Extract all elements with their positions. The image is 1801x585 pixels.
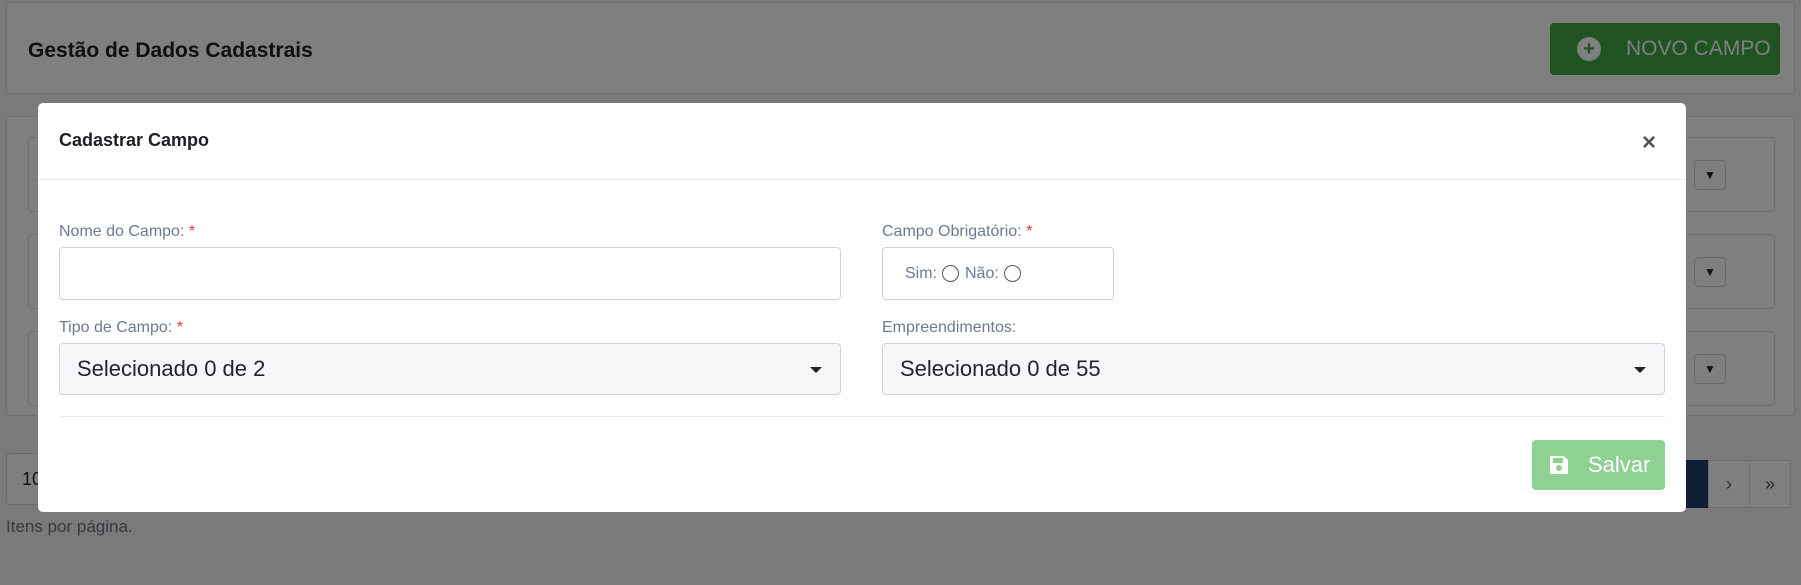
projects-select-value: Selecionado 0 de 55 [900, 356, 1101, 381]
caret-down-icon [810, 367, 822, 373]
field-type-select-value: Selecionado 0 de 2 [77, 356, 266, 381]
required-marker: * [1026, 223, 1033, 240]
register-field-modal: Cadastrar Campo × Nome do Campo: * Campo… [38, 103, 1686, 512]
field-type-label: Tipo de Campo: * [59, 319, 183, 336]
modal-title: Cadastrar Campo [59, 130, 210, 150]
close-icon[interactable]: × [1642, 131, 1656, 155]
required-marker: * [188, 223, 196, 240]
radio-no[interactable] [1003, 265, 1021, 282]
save-button-label: Salvar [1588, 452, 1651, 477]
radio-no-label: Não: [965, 264, 999, 282]
required-radio-group: Sim: Não: [882, 247, 1114, 300]
field-name-input[interactable] [59, 247, 841, 300]
save-button[interactable]: Salvar [1532, 440, 1665, 490]
field-type-select[interactable]: Selecionado 0 de 2 [59, 343, 841, 395]
radio-yes[interactable] [942, 265, 959, 282]
required-marker: * [176, 319, 183, 336]
floppy-disk-icon [1548, 454, 1570, 476]
caret-down-icon [1634, 367, 1646, 373]
field-name-label: Nome do Campo: * [59, 223, 196, 240]
modal-header: Cadastrar Campo × [38, 103, 1686, 180]
projects-select[interactable]: Selecionado 0 de 55 [882, 343, 1665, 395]
modal-divider [59, 416, 1665, 417]
radio-yes-label: Sim: [905, 264, 937, 282]
projects-label: Empreendimentos: [882, 319, 1017, 336]
required-field-label: Campo Obrigatório: * [882, 223, 1033, 240]
